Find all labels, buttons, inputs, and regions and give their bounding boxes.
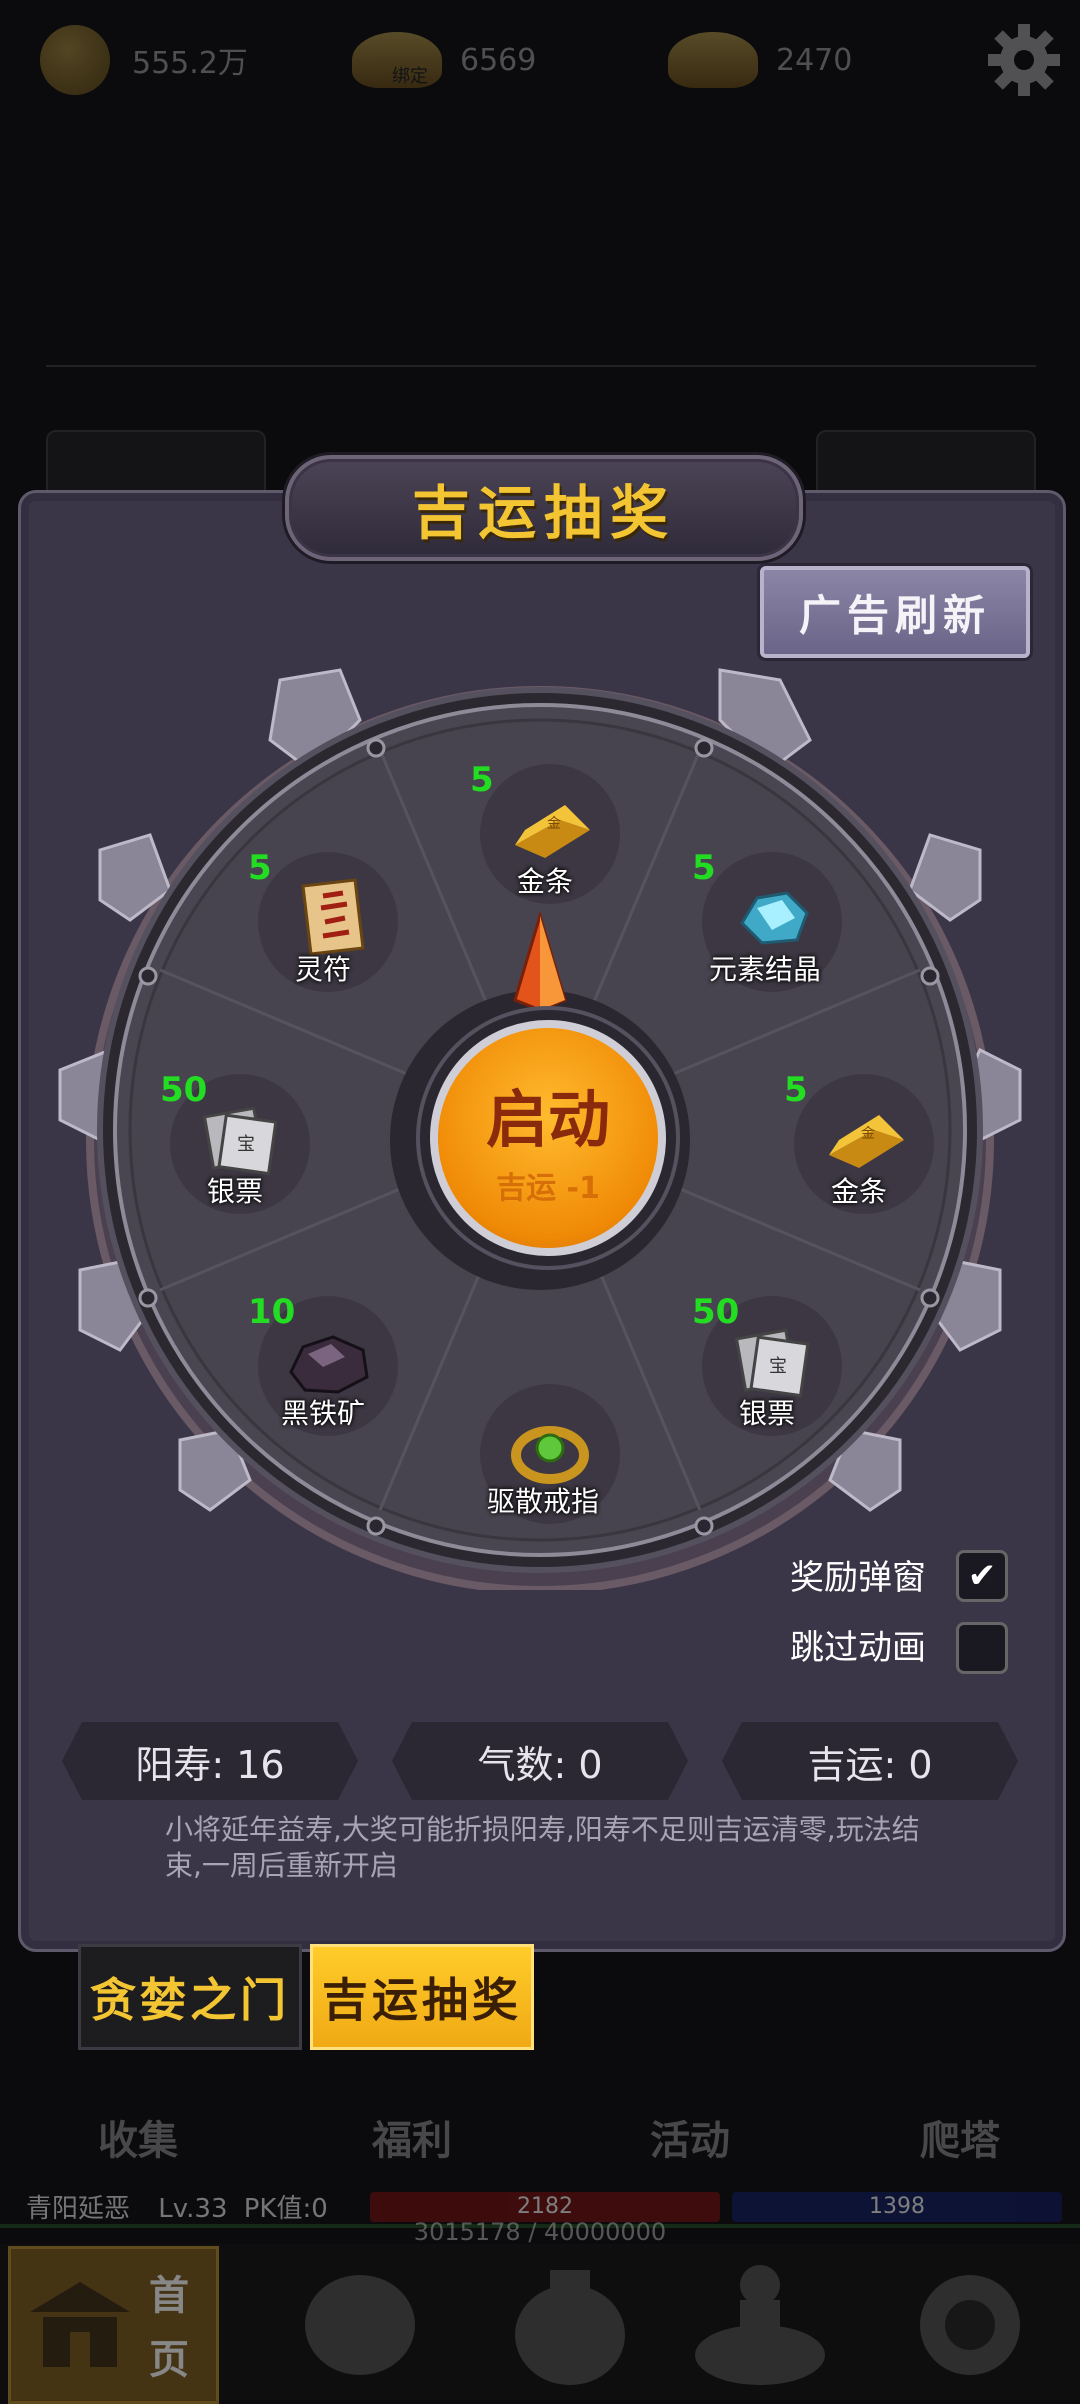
lifespan-stat: 阳寿: 16 [62,1722,358,1800]
tab-collect[interactable]: 收集 [98,2108,178,2166]
resource-coins: 555.2万 [40,20,248,100]
start-spin-button[interactable]: 启动 吉运 -1 [430,1020,666,1256]
svg-text:金: 金 [547,816,561,832]
copper-coin-icon [40,25,110,95]
tab-tower[interactable]: 爬塔 [920,2108,1000,2166]
skip-animation-checkbox[interactable] [956,1622,1008,1674]
svg-text:金: 金 [861,1126,875,1142]
wheel-item-gold-bar-top: 金 5 金条 [470,760,620,910]
checkmark-icon: ✔ [967,1556,997,1596]
nav-taiji-icon[interactable] [870,2250,1070,2395]
svg-text:宝: 宝 [237,1134,255,1155]
crystal-icon [740,891,809,945]
wheel-item-gold-bar-right: 金 5 金条 [784,1070,934,1220]
wheel-item-crystal: 5 元素结晶 [692,848,842,998]
gear-icon[interactable] [986,22,1062,98]
tab-welfare[interactable]: 福利 [372,2108,452,2166]
resource-bound-ingot: 绑定 6569 [352,20,536,100]
temple-icon [30,2282,130,2367]
rules-description: 小将延年益寿,大奖可能折损阳寿,阳寿不足则吉运清零,玩法结束,一周后重新开启 [165,1813,920,1882]
wheel-item-ring: 驱散戒指 [470,1380,620,1530]
tab-lucky-draw[interactable]: 吉运抽奖 [310,1944,534,2050]
bound-badge: 绑定 [392,66,428,87]
silver-note-icon: 宝 [202,1106,278,1176]
gold-ingot-icon [668,32,758,88]
nav-helmet-icon[interactable] [260,2250,460,2395]
ad-refresh-button[interactable]: 广告刷新 [760,566,1030,658]
nav-bag-icon[interactable] [470,2250,670,2395]
wheel-item-silver-note-right: 宝 50 银票 [692,1292,842,1442]
iron-ore-icon [289,1335,369,1394]
nav-home-button[interactable]: 首 页 [8,2246,219,2404]
ring-icon [511,1426,589,1484]
bottom-category-tabs: 收集 福利 活动 爬塔 [0,2100,1080,2180]
gold-bar-icon: 金 [515,805,590,858]
wheel-item-iron-ore: 10 黑铁矿 [248,1292,398,1442]
silver-note-icon: 宝 [734,1328,810,1398]
panel-title-plate: 吉运抽奖 [285,455,803,561]
qi-stat: 气数: 0 [392,1722,688,1800]
reward-popup-label: 奖励弹窗 [790,1558,926,1598]
bound-gold-ingot-icon: 绑定 [352,32,442,88]
wheel-item-talisman: 5 灵符 [248,848,398,998]
skip-animation-label: 跳过动画 [790,1628,926,1668]
luck-stat: 吉运: 0 [722,1722,1018,1800]
panel-title: 吉运抽奖 [411,479,676,547]
exp-text: 3015178 / 40000000 [413,2218,667,2246]
reward-popup-checkbox[interactable]: ✔ [956,1550,1008,1602]
gold-bar-icon: 金 [829,1115,904,1168]
nav-meditation-icon[interactable] [660,2250,860,2395]
talisman-icon [301,878,365,956]
svg-text:宝: 宝 [769,1356,787,1377]
tab-greed-gate[interactable]: 贪婪之门 [78,1944,302,2050]
divider [46,365,1036,367]
wheel-item-silver-note-left: 宝 50 银票 [160,1070,310,1220]
tab-activity[interactable]: 活动 [650,2108,730,2166]
resource-ingot: 2470 [668,20,852,100]
